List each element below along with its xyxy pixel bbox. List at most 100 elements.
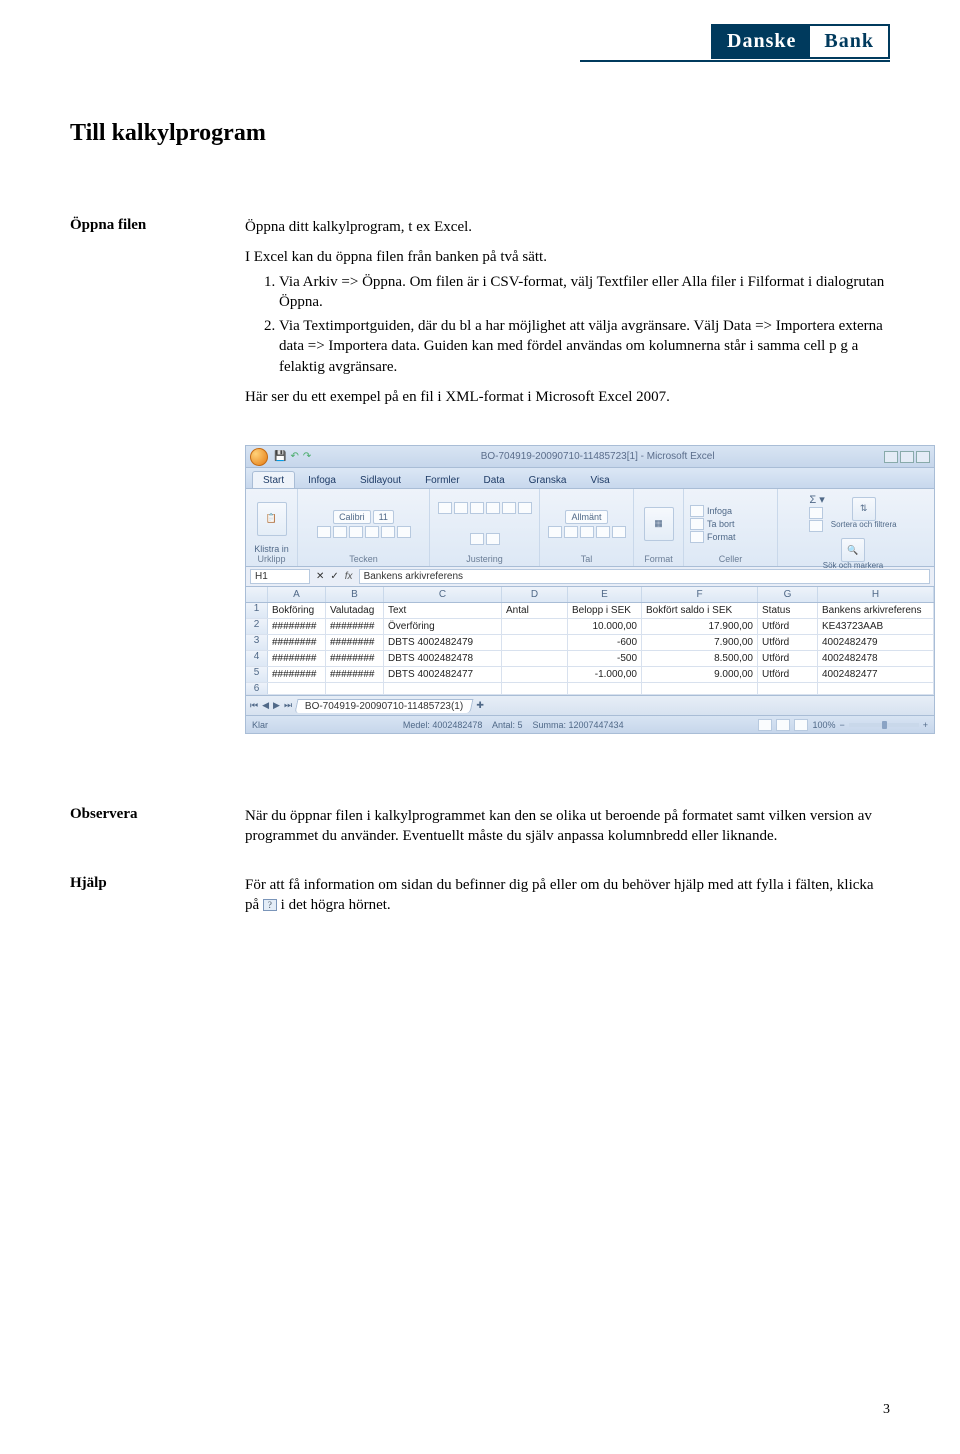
cell[interactable] (502, 619, 568, 634)
comma-button[interactable] (580, 526, 594, 538)
align-top-button[interactable] (438, 502, 452, 514)
font-color-button[interactable] (397, 526, 411, 538)
tab-start[interactable]: Start (252, 471, 295, 488)
cell[interactable]: 4002482479 (818, 635, 934, 650)
sort-filter-button[interactable]: ⇅ (852, 497, 876, 521)
hdr-text[interactable]: Text (384, 603, 502, 618)
sheet-nav-next-icon[interactable]: ▶ (273, 700, 280, 711)
zoom-in-icon[interactable]: + (923, 720, 928, 730)
cell[interactable]: ######## (268, 651, 326, 666)
align-right-button[interactable] (470, 533, 484, 545)
border-button[interactable] (365, 526, 379, 538)
window-controls[interactable] (884, 451, 930, 463)
hdr-saldo[interactable]: Bokfört saldo i SEK (642, 603, 758, 618)
indent-button[interactable] (486, 533, 500, 545)
cell[interactable]: Utförd (758, 651, 818, 666)
underline-button[interactable] (349, 526, 363, 538)
help-icon[interactable]: ? (263, 899, 277, 911)
cell[interactable]: Överföring (384, 619, 502, 634)
sheet-nav-last-icon[interactable]: ⏭ (284, 700, 292, 711)
number-format-select[interactable]: Allmänt (565, 510, 607, 524)
col-A[interactable]: A (268, 587, 326, 602)
cell[interactable]: 4002482478 (818, 651, 934, 666)
cell[interactable]: 8.500,00 (642, 651, 758, 666)
tab-infoga[interactable]: Infoga (297, 471, 347, 488)
row-num[interactable]: 3 (246, 635, 268, 650)
fx-icon[interactable]: fx (345, 571, 353, 582)
cell[interactable]: Utförd (758, 619, 818, 634)
save-icon[interactable]: 💾 (274, 451, 286, 462)
col-E[interactable]: E (568, 587, 642, 602)
find-select-button[interactable]: 🔍 (841, 538, 865, 562)
align-middle-button[interactable] (454, 502, 468, 514)
currency-button[interactable] (548, 526, 562, 538)
enter-formula-icon[interactable]: ✓ (330, 571, 338, 582)
tab-granska[interactable]: Granska (518, 471, 578, 488)
col-G[interactable]: G (758, 587, 818, 602)
tab-sidlayout[interactable]: Sidlayout (349, 471, 412, 488)
view-normal-icon[interactable] (758, 719, 772, 731)
cell[interactable]: KE43723AAB (818, 619, 934, 634)
cell[interactable]: 17.900,00 (642, 619, 758, 634)
paste-button[interactable]: 📋 (257, 502, 287, 536)
cancel-formula-icon[interactable]: ✕ (316, 571, 324, 582)
zoom-out-icon[interactable]: − (839, 720, 844, 730)
zoom-slider[interactable] (849, 723, 919, 727)
select-all-corner[interactable] (246, 587, 268, 602)
undo-icon[interactable]: ↶ (290, 451, 298, 462)
row-num[interactable]: 4 (246, 651, 268, 666)
hdr-arkivref[interactable]: Bankens arkivreferens (818, 603, 934, 618)
fill-color-button[interactable] (381, 526, 395, 538)
close-icon[interactable] (916, 451, 930, 463)
italic-button[interactable] (333, 526, 347, 538)
align-bottom-button[interactable] (470, 502, 484, 514)
tab-data[interactable]: Data (473, 471, 516, 488)
cell[interactable]: ######## (326, 667, 384, 682)
dec-decimal-button[interactable] (612, 526, 626, 538)
bold-button[interactable] (317, 526, 331, 538)
sheet-nav-first-icon[interactable]: ⏮ (250, 700, 258, 711)
cell[interactable]: DBTS 4002482478 (384, 651, 502, 666)
align-center-button[interactable] (518, 502, 532, 514)
cell[interactable]: 7.900,00 (642, 635, 758, 650)
redo-icon[interactable]: ↷ (303, 451, 311, 462)
percent-button[interactable] (564, 526, 578, 538)
sheet-nav-prev-icon[interactable]: ◀ (262, 700, 269, 711)
col-F[interactable]: F (642, 587, 758, 602)
hdr-bokforing[interactable]: Bokföring (268, 603, 326, 618)
hdr-antal[interactable]: Antal (502, 603, 568, 618)
sheet-tab-1[interactable]: BO-704919-20090710-11485723(1) (295, 699, 474, 713)
cell[interactable]: DBTS 4002482479 (384, 635, 502, 650)
cell[interactable] (502, 667, 568, 682)
font-name-select[interactable]: Calibri (333, 510, 371, 524)
fill-button[interactable] (809, 507, 823, 519)
cell[interactable]: ######## (326, 635, 384, 650)
insert-cells-button[interactable] (690, 505, 704, 517)
hdr-valutadag[interactable]: Valutadag (326, 603, 384, 618)
row-num-6[interactable]: 6 (246, 683, 268, 694)
new-sheet-icon[interactable]: ✚ (476, 700, 484, 711)
cell[interactable]: DBTS 4002482477 (384, 667, 502, 682)
cell[interactable]: ######## (268, 619, 326, 634)
view-break-icon[interactable] (794, 719, 808, 731)
cell[interactable]: 10.000,00 (568, 619, 642, 634)
row-num[interactable]: 2 (246, 619, 268, 634)
col-H[interactable]: H (818, 587, 934, 602)
name-box[interactable]: H1 (250, 569, 310, 584)
cell[interactable]: Utförd (758, 635, 818, 650)
cell[interactable]: 9.000,00 (642, 667, 758, 682)
cell[interactable]: ######## (326, 619, 384, 634)
maximize-icon[interactable] (900, 451, 914, 463)
cell[interactable]: -500 (568, 651, 642, 666)
col-D[interactable]: D (502, 587, 568, 602)
tab-visa[interactable]: Visa (579, 471, 620, 488)
format-cells-button[interactable] (690, 531, 704, 543)
cell[interactable]: 4002482477 (818, 667, 934, 682)
view-layout-icon[interactable] (776, 719, 790, 731)
quick-access-toolbar[interactable]: 💾 ↶ ↷ (274, 451, 311, 462)
formula-input[interactable]: Bankens arkivreferens (359, 569, 930, 584)
col-B[interactable]: B (326, 587, 384, 602)
cell[interactable] (502, 651, 568, 666)
row-num-1[interactable]: 1 (246, 603, 268, 618)
cell[interactable]: -1.000,00 (568, 667, 642, 682)
